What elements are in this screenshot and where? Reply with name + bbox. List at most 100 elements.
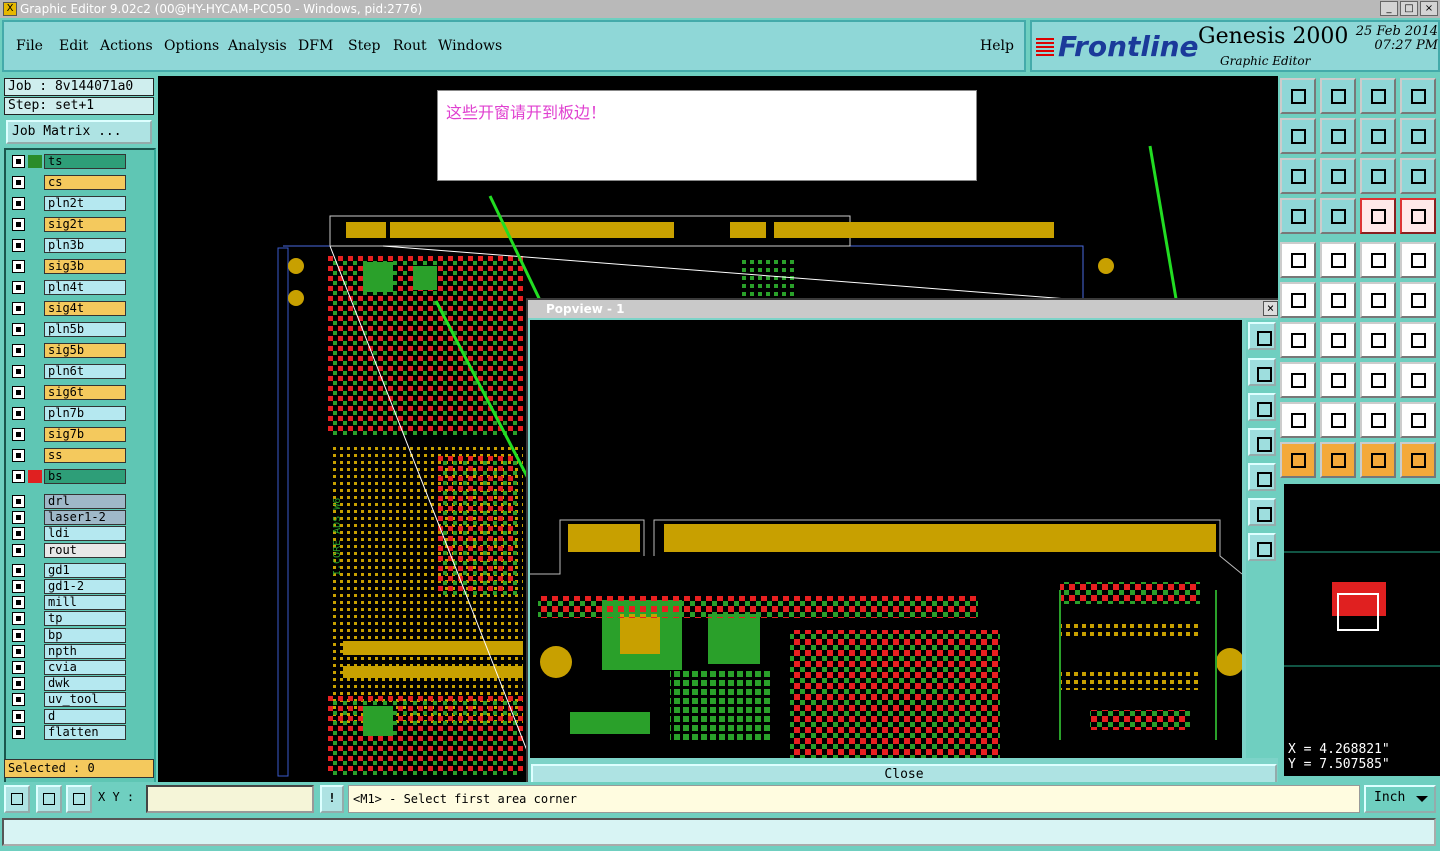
popview-pan-left-icon[interactable] <box>1248 428 1276 456</box>
pan-down-icon[interactable] <box>1320 78 1356 114</box>
layer-checkbox[interactable] <box>12 197 25 210</box>
a-shape-alt-icon[interactable] <box>1400 402 1436 438</box>
h-line-icon[interactable] <box>1320 362 1356 398</box>
layer-name[interactable]: d <box>44 708 126 724</box>
popview-zoom-out-icon[interactable] <box>1248 533 1276 561</box>
menu-analysis[interactable]: Analysis <box>228 38 287 54</box>
layer-checkbox[interactable] <box>12 239 25 252</box>
popview-pan-up-icon[interactable] <box>1248 358 1276 386</box>
slash-icon[interactable] <box>1320 322 1356 358</box>
layer-checkbox[interactable] <box>12 407 25 420</box>
add-pad-icon[interactable] <box>1280 242 1316 278</box>
layer-name[interactable]: rout <box>44 542 126 558</box>
layer-name[interactable]: sig5b <box>44 343 126 358</box>
cross-icon[interactable] <box>1320 282 1356 318</box>
layer-checkbox[interactable] <box>12 580 25 593</box>
connect-alt-icon[interactable] <box>1400 282 1436 318</box>
dimension-icon[interactable] <box>1360 362 1396 398</box>
maximize-button[interactable]: □ <box>1400 1 1418 16</box>
overview-map[interactable] <box>1284 484 1440 742</box>
pointer-icon[interactable] <box>1280 442 1316 478</box>
layer-name[interactable]: cvia <box>44 660 126 675</box>
layer-name[interactable]: ts <box>44 154 126 169</box>
layer-checkbox[interactable] <box>12 661 25 674</box>
snap-icon[interactable] <box>1360 198 1396 234</box>
layer-checkbox[interactable] <box>12 323 25 336</box>
zoom-center-icon[interactable] <box>1320 158 1356 194</box>
pointer-select-icon[interactable] <box>1360 442 1396 478</box>
layer-name[interactable]: uv_tool <box>44 692 126 708</box>
measure-icon[interactable] <box>1280 198 1316 234</box>
triangle-alt-icon[interactable] <box>1320 402 1356 438</box>
menu-step[interactable]: Step <box>348 38 380 54</box>
popview-close-icon[interactable]: × <box>1263 301 1278 316</box>
layer-checkbox[interactable] <box>12 281 25 294</box>
redraw-icon[interactable] <box>1400 118 1436 154</box>
popview-pan-right-icon[interactable] <box>1248 463 1276 491</box>
layer-name[interactable]: dwk <box>44 676 126 692</box>
angle-icon[interactable] <box>1280 322 1316 358</box>
popview-canvas[interactable] <box>530 320 1242 758</box>
layer-checkbox[interactable] <box>12 693 25 707</box>
layer-name[interactable]: pln6t <box>44 364 126 379</box>
scale-1-2-icon[interactable] <box>1360 158 1396 194</box>
layer-name[interactable]: gd1 <box>44 562 126 578</box>
measure-line-icon[interactable] <box>36 785 62 813</box>
job-matrix-button[interactable]: Job Matrix ... <box>6 120 152 144</box>
layer-name[interactable]: tp <box>44 611 126 627</box>
layer-name[interactable]: ldi <box>44 526 126 542</box>
pan-right-icon[interactable] <box>1320 118 1356 154</box>
pad-snap-icon[interactable] <box>1280 362 1316 398</box>
add-line-icon[interactable] <box>1320 242 1356 278</box>
home-icon[interactable] <box>1360 78 1396 114</box>
alert-button[interactable]: ! <box>320 785 344 813</box>
layer-name[interactable]: pln2t <box>44 196 126 211</box>
layer-name[interactable]: cs <box>44 175 126 190</box>
layer-checkbox[interactable] <box>12 644 25 658</box>
layer-checkbox[interactable] <box>12 495 25 508</box>
layer-checkbox[interactable] <box>12 176 25 189</box>
layer-checkbox[interactable] <box>12 543 25 557</box>
layer-name[interactable]: sig7b <box>44 427 126 442</box>
pan-left-icon[interactable] <box>1280 118 1316 154</box>
layer-name[interactable]: laser1-2 <box>44 510 126 526</box>
layer-checkbox[interactable] <box>12 612 25 626</box>
menu-windows[interactable]: Windows <box>438 38 502 54</box>
menu-file[interactable]: File <box>16 38 43 54</box>
minimize-button[interactable]: _ <box>1380 1 1398 16</box>
popview-window[interactable]: Popview - 1 × Close <box>526 298 1282 790</box>
layer-name[interactable]: pln4t <box>44 280 126 295</box>
layer-name[interactable]: pln7b <box>44 406 126 421</box>
layer-checkbox[interactable] <box>12 428 25 441</box>
layer-checkbox[interactable] <box>12 709 25 723</box>
layer-checkbox[interactable] <box>12 155 25 168</box>
layer-name[interactable]: bp <box>44 627 126 643</box>
layer-name[interactable]: pln3b <box>44 238 126 253</box>
shapes-icon[interactable] <box>1400 362 1436 398</box>
connect-icon[interactable] <box>1360 282 1396 318</box>
layer-checkbox[interactable] <box>12 302 25 315</box>
grid-snap-icon[interactable] <box>66 785 92 813</box>
layer-name[interactable]: bs <box>44 469 126 484</box>
layer-checkbox[interactable] <box>12 470 25 483</box>
layer-checkbox[interactable] <box>12 218 25 231</box>
pan-up-icon[interactable] <box>1280 78 1316 114</box>
zoom-fit-icon[interactable] <box>1280 158 1316 194</box>
layer-name[interactable]: drl <box>44 494 126 509</box>
route-icon[interactable] <box>1400 442 1436 478</box>
units-select[interactable]: Inch <box>1364 785 1436 813</box>
pointer-box-icon[interactable] <box>1320 442 1356 478</box>
window-icon[interactable] <box>1400 78 1436 114</box>
layer-checkbox[interactable] <box>12 449 25 462</box>
layer-checkbox[interactable] <box>12 563 25 577</box>
menu-edit[interactable]: Edit <box>59 38 88 54</box>
layer-checkbox[interactable] <box>12 725 25 739</box>
layer-checkbox[interactable] <box>12 596 25 610</box>
layer-checkbox[interactable] <box>12 511 25 525</box>
layer-name[interactable]: npth <box>44 643 126 659</box>
triangle-icon[interactable] <box>1280 402 1316 438</box>
close-window-button[interactable]: × <box>1420 1 1438 16</box>
layer-name[interactable]: flatten <box>44 724 126 740</box>
text-icon[interactable] <box>1400 322 1436 358</box>
a-shape-icon[interactable] <box>1360 402 1396 438</box>
